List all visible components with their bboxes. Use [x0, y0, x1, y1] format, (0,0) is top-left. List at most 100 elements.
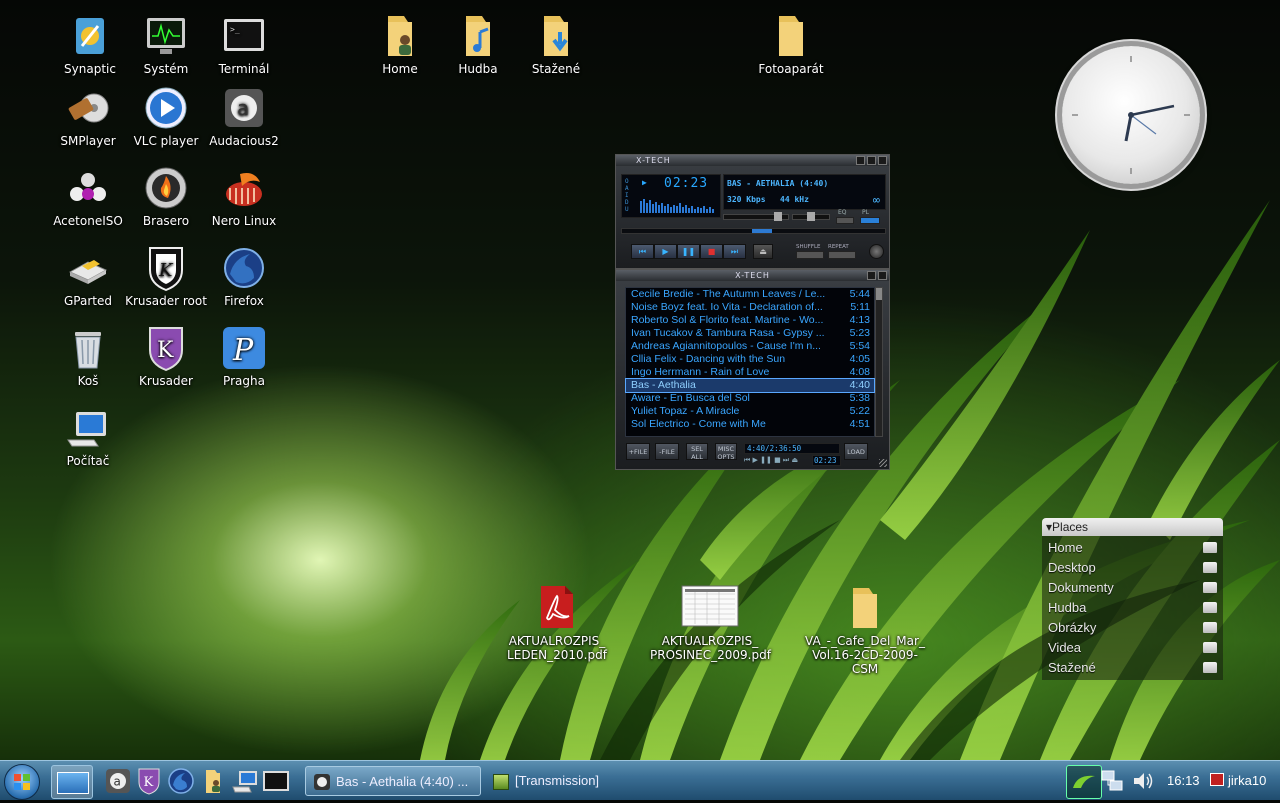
- playlist-row[interactable]: Roberto Sol & Florito feat. Martine - Wo…: [626, 314, 874, 327]
- desktop-file-pdf-prosinec[interactable]: AKTUALROZPIS_ PROSINEC_2009.pdf: [650, 584, 771, 662]
- desktop-icon-smplayer[interactable]: SMPlayer: [43, 84, 133, 148]
- playlist-scrollbar[interactable]: [875, 287, 883, 437]
- icon-label: Krusader: [139, 374, 193, 388]
- desktop-icon-pragha[interactable]: P Pragha: [199, 324, 289, 388]
- player-titlebar[interactable]: X-TECH: [616, 155, 889, 166]
- desktop-icon-system[interactable]: Systém: [121, 12, 211, 76]
- quicklaunch-audacious[interactable]: a: [104, 767, 132, 795]
- playlist-row[interactable]: Andreas Agiannitopoulos - Cause I'm n...…: [626, 340, 874, 353]
- tray-nvidia-icon[interactable]: [1066, 765, 1102, 799]
- desktop-icon-nero[interactable]: Nero Linux: [199, 164, 289, 228]
- task-transmission[interactable]: [Transmission]: [485, 766, 695, 796]
- eject-button[interactable]: ⏏: [753, 244, 773, 259]
- playlist-toggle[interactable]: [860, 217, 880, 224]
- desktop-icon-vlc[interactable]: VLC player: [121, 84, 211, 148]
- places-widget[interactable]: ▾Places Home Desktop Dokumenty Hudba Obrázky…: [1042, 518, 1223, 680]
- desktop-icon-pocitac[interactable]: Počítač: [43, 404, 133, 468]
- shuffle-label: SHUFFLE: [796, 244, 821, 250]
- desktop-icon-krusader-root[interactable]: K Krusader root: [121, 244, 211, 308]
- desktop-icon-gparted[interactable]: GParted: [43, 244, 133, 308]
- desktop-file-pdf-leden[interactable]: AKTUALROZPIS_ LEDEN_2010.pdf: [502, 584, 612, 662]
- track-duration: 4:40: [849, 379, 870, 391]
- remove-file-button[interactable]: -FILE: [655, 443, 679, 460]
- eq-toggle[interactable]: [836, 217, 854, 224]
- playlist-row[interactable]: Yuliet Topaz - A Miracle 5:22: [626, 405, 874, 418]
- playlist-tracks[interactable]: Cecile Bredie - The Autumn Leaves / Le..…: [625, 287, 875, 437]
- desktop-icon-firefox[interactable]: Firefox: [199, 244, 289, 308]
- desktop-icon-acetoneiso[interactable]: AcetoneISO: [43, 164, 133, 228]
- playlist-row[interactable]: Cecile Bredie - The Autumn Leaves / Le..…: [626, 288, 874, 301]
- playlist-row[interactable]: Ingo Herrmann - Rain of Love 4:08: [626, 366, 874, 379]
- pause-button[interactable]: ❚❚: [677, 244, 700, 259]
- analog-clock-widget[interactable]: [1062, 46, 1200, 184]
- close-button[interactable]: [878, 156, 887, 165]
- tray-volume-icon[interactable]: [1131, 769, 1155, 793]
- firefox-icon: [168, 768, 194, 794]
- show-desktop-button[interactable]: [51, 765, 93, 799]
- places-item[interactable]: Stažené: [1042, 658, 1223, 678]
- desktop-icon-fotoaparat[interactable]: Fotoaparát: [746, 12, 836, 76]
- repeat-toggle[interactable]: [828, 251, 856, 259]
- quicklaunch-computer[interactable]: [231, 767, 259, 795]
- playlist-row[interactable]: Ivan Tucakov & Tambura Rasa - Gypsy ... 5…: [626, 327, 874, 340]
- balance-slider[interactable]: [792, 212, 830, 221]
- vlc-icon: [142, 84, 190, 132]
- start-menu-button[interactable]: [4, 764, 40, 800]
- quicklaunch-firefox[interactable]: [167, 767, 195, 795]
- minimize-button[interactable]: [856, 156, 865, 165]
- volume-slider[interactable]: [723, 212, 789, 221]
- places-item[interactable]: Desktop: [1042, 558, 1223, 578]
- quicklaunch-krusader[interactable]: K: [135, 767, 163, 795]
- play-button[interactable]: ▶: [654, 244, 677, 259]
- places-item[interactable]: Obrázky: [1042, 618, 1223, 638]
- tray-clock[interactable]: 16:13: [1167, 761, 1200, 801]
- desktop-icon-terminal[interactable]: >_ Terminál: [199, 12, 289, 76]
- misc-options-button[interactable]: MISC OPTS: [715, 443, 737, 461]
- svg-text:a: a: [237, 96, 249, 120]
- places-header[interactable]: ▾Places: [1042, 518, 1223, 536]
- select-all-button[interactable]: SEL ALL: [686, 443, 708, 461]
- quicklaunch-home-folder[interactable]: [199, 767, 227, 795]
- task-audacious[interactable]: Bas - Aethalia (4:40) ...: [305, 766, 481, 796]
- desktop-icon-brasero[interactable]: Brasero: [121, 164, 211, 228]
- previous-button[interactable]: ⏮: [631, 244, 654, 259]
- places-item-label: Stažené: [1048, 660, 1096, 675]
- user-menu[interactable]: jirka10: [1210, 761, 1266, 801]
- about-knob-icon[interactable]: [869, 244, 884, 259]
- places-item[interactable]: Hudba: [1042, 598, 1223, 618]
- playlist-window[interactable]: X-TECH Cecile Bredie - The Autumn Leaves…: [615, 269, 890, 470]
- playlist-row[interactable]: Bas - Aethalia 4:40: [625, 378, 875, 393]
- media-player-window[interactable]: X-TECH O A I D U ▶ 02:23 BAS - AETHALIA …: [615, 154, 890, 269]
- seek-bar[interactable]: [621, 228, 886, 234]
- playlist-shade-button[interactable]: [867, 271, 876, 280]
- places-item[interactable]: Home: [1042, 538, 1223, 558]
- places-item[interactable]: Dokumenty: [1042, 578, 1223, 598]
- playlist-row[interactable]: Sol Electrico - Come with Me 4:51: [626, 418, 874, 431]
- playlist-close-button[interactable]: [878, 271, 887, 280]
- playlist-row[interactable]: Aware - En Busca del Sol 5:38: [626, 392, 874, 405]
- load-list-button[interactable]: LOAD: [844, 443, 868, 460]
- places-item[interactable]: Videa: [1042, 638, 1223, 658]
- mini-transport-controls[interactable]: ⏮ ▶ ❚❚ ■ ⏭ ⏏: [744, 456, 798, 465]
- desktop-folder-cafe-del-mar[interactable]: VA_-_Cafe_Del_Mar_ Vol.16-2CD-2009-CSM: [800, 584, 930, 676]
- player-title: X-TECH: [636, 156, 671, 165]
- stop-button[interactable]: ■: [700, 244, 723, 259]
- desktop-icon-kos[interactable]: Koš: [43, 324, 133, 388]
- desktop-icon-krusader[interactable]: K Krusader: [121, 324, 211, 388]
- shade-button[interactable]: [867, 156, 876, 165]
- playlist-row[interactable]: Noise Boyz feat. Io Vita - Declaration o…: [626, 301, 874, 314]
- next-button[interactable]: ⏭: [723, 244, 746, 259]
- desktop-icon-stazene[interactable]: Stažené: [511, 12, 601, 76]
- desktop-icon-audacious[interactable]: a Audacious2: [199, 84, 289, 148]
- quicklaunch-terminal[interactable]: [262, 767, 290, 795]
- shuffle-toggle[interactable]: [796, 251, 824, 259]
- tray-network-icon[interactable]: [1100, 769, 1124, 793]
- playlist-titlebar[interactable]: X-TECH: [616, 270, 889, 281]
- windows-logo-icon: [14, 774, 30, 790]
- desktop-icon-home[interactable]: Home: [355, 12, 445, 76]
- playlist-row[interactable]: Cllia Felix - Dancing with the Sun 4:05: [626, 353, 874, 366]
- desktop-icon-hudba[interactable]: Hudba: [433, 12, 523, 76]
- add-file-button[interactable]: +FILE: [626, 443, 650, 460]
- resize-grip[interactable]: [879, 459, 887, 467]
- track-title: Roberto Sol & Florito feat. Martine - Wo…: [631, 314, 824, 326]
